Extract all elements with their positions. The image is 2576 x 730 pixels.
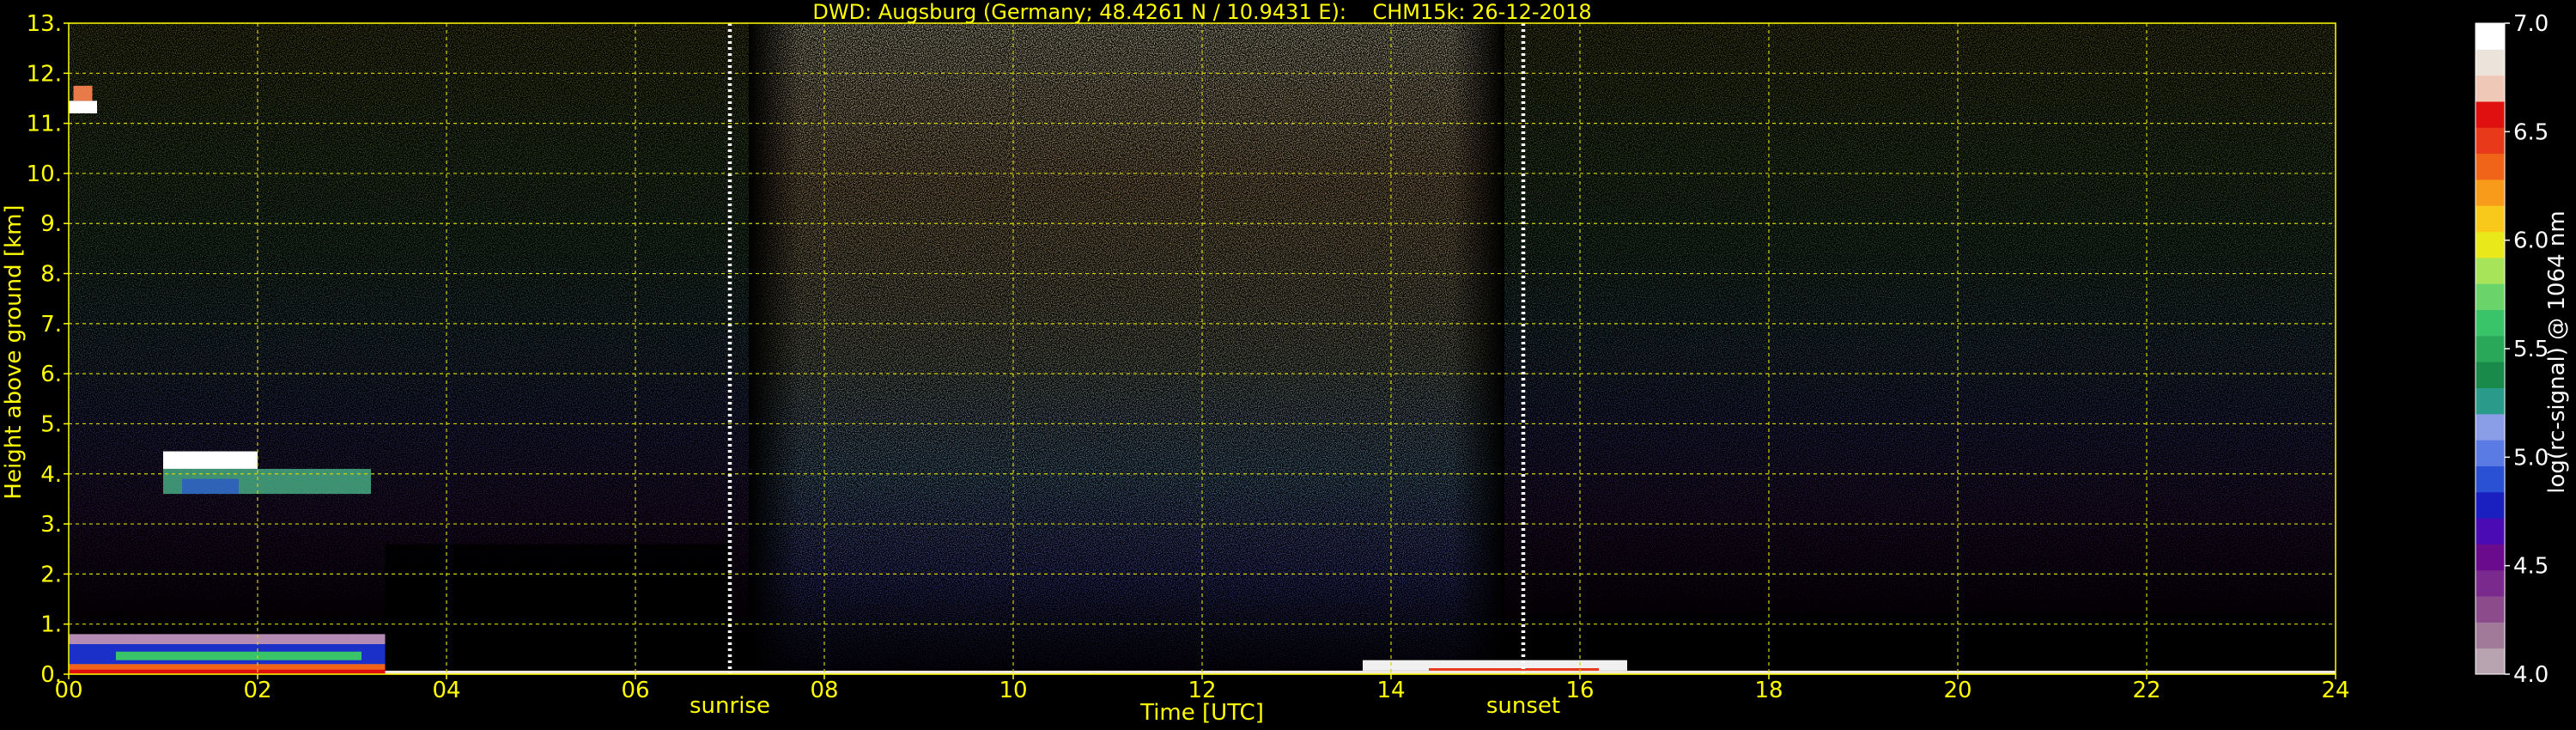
colorbar-segment [2476,283,2505,311]
x-tick-label: 24 [2321,678,2349,703]
cloud-layer-white [163,451,258,469]
colorbar-segment [2476,569,2505,597]
ceilometer-chart: sunrise sunset 00 02 04 06 08 10 12 14 16 18 20 22 24… [1,0,2570,726]
colorbar-segment [2476,127,2505,155]
night-clear-region [385,544,730,674]
colorbar-segment [2476,440,2505,466]
y-tick-label: 12. [27,61,62,87]
colorbar-segment [2476,362,2505,388]
y-tick-label: 6. [40,362,62,387]
y-tick-label: 4. [40,462,62,488]
colorbar-tick-label: 4.0 [2513,662,2549,688]
x-axis-ticks: 00 02 04 06 08 10 12 14 16 18 20 22 24 [54,674,2350,703]
x-tick-label: 20 [1943,678,1971,703]
x-tick-label: 08 [810,678,838,703]
colorbar-segment [2476,491,2505,519]
x-tick-label: 10 [999,678,1027,703]
colorbar-segment [2476,205,2505,233]
boundary-layer-green [116,651,361,660]
colorbar-segment [2476,648,2505,675]
y-tick-label: 10. [27,161,62,187]
chart-title: DWD: Augsburg (Germany; 48.4261 N / 10.9… [812,0,1591,24]
x-tick-label: 02 [243,678,271,703]
x-tick-label: 06 [621,678,649,703]
y-tick-label: 13. [27,11,62,37]
cloud-layer-blue [182,478,239,495]
colorbar-segment [2476,75,2505,102]
y-tick-label: 11. [27,112,62,137]
colorbar-segment [2476,100,2505,128]
colorbar-segment [2476,49,2505,76]
high-cloud-orange [73,85,93,101]
colorbar-segment [2476,413,2505,441]
y-tick-label: 0. [40,662,62,688]
evening-clear-region [1523,614,2336,674]
colorbar-segment [2476,518,2505,544]
y-tick-label: 9. [40,211,62,237]
x-tick-label: 18 [1754,678,1783,703]
x-tick-label: 22 [2132,678,2160,703]
x-axis-label: Time [UTC] [1139,700,1264,726]
colorbar-segment [2476,335,2505,362]
colorbar-segment [2476,596,2505,623]
y-axis-label: Height above ground [km] [1,204,27,499]
marker-label-sunrise: sunrise [690,693,770,719]
colorbar: 4.04.55.05.56.06.57.0 [2475,11,2549,688]
y-tick-label: 3. [40,512,62,538]
y-tick-label: 7. [40,312,62,338]
colorbar-segment [2476,179,2505,206]
y-tick-label: 2. [40,562,62,587]
daytime-fade-left [749,23,800,674]
x-tick-label: 16 [1565,678,1594,703]
colorbar-segment [2476,23,2505,50]
high-cloud-white [69,100,97,113]
y-tick-label: 5. [40,411,62,437]
colorbar-segment [2476,153,2505,180]
colorbar-tick-label: 4.5 [2513,554,2549,580]
colorbar-segment [2476,544,2505,571]
x-tick-label: 14 [1376,678,1405,703]
colorbar-segment [2476,622,2505,649]
x-tick-label: 04 [432,678,460,703]
colorbar-label: log(rc-signal) @ 1064 nm [2544,210,2570,493]
colorbar-segment [2476,465,2505,493]
colorbar-tick-label: 7.0 [2513,11,2549,37]
y-tick-label: 1. [40,612,62,638]
daytime-fade-right [1453,23,1504,674]
colorbar-segment [2476,231,2505,259]
y-tick-label: 8. [40,262,62,288]
afternoon-surface-red [1429,668,1599,671]
colorbar-segment [2476,257,2505,284]
colorbar-segment [2476,309,2505,337]
marker-label-sunset: sunset [1486,693,1560,719]
y-axis-ticks: 0. 1. 2. 3. 4. 5. 6. 7. 8. 9. 10. 11. 12. 13. [27,11,69,688]
boundary-layer-red [69,669,386,674]
colorbar-tick-label: 6.5 [2513,119,2549,145]
colorbar-segment [2476,387,2505,415]
